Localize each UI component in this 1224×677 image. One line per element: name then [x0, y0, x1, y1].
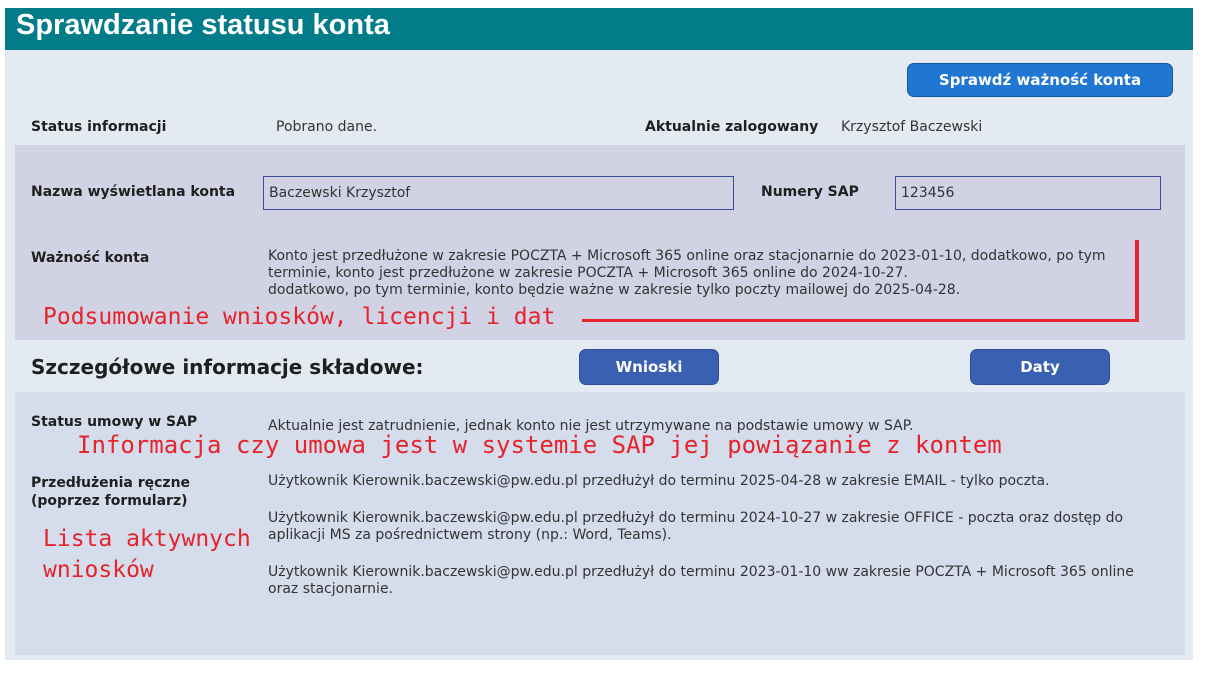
list-item-line: Użytkownik Kierownik.baczewski@pw.edu.pl… — [268, 510, 1124, 526]
annotation-line-horizontal — [582, 319, 1139, 322]
annotation-line: Lista aktywnych — [43, 526, 251, 552]
annotation-line: wniosków — [43, 557, 154, 583]
requests-list-annotation: Lista aktywnych wniosków — [43, 524, 251, 586]
summary-annotation: Podsumowanie wniosków, licencji i dat — [43, 304, 556, 330]
contract-annotation: Informacja czy umowa jest w systemie SAP… — [77, 431, 1002, 459]
list-item-line: Użytkownik Kierownik.baczewski@pw.edu.pl… — [268, 473, 1050, 489]
current-user-value: Krzysztof Baczewski — [841, 119, 983, 135]
list-item: Użytkownik Kierownik.baczewski@pw.edu.pl… — [268, 564, 1168, 598]
status-info-value: Pobrano dane. — [276, 119, 378, 135]
status-info-label: Status informacji — [31, 119, 167, 135]
account-validity-label: Ważność konta — [31, 250, 150, 266]
manual-extensions-label-line: (poprzez formularz) — [31, 493, 188, 509]
validity-line: Konto jest przedłużone w zakresie POCZTA… — [268, 248, 1106, 264]
manual-extensions-label-line: Przedłużenia ręczne — [31, 475, 191, 491]
sap-numbers-label: Numery SAP — [761, 184, 859, 200]
details-heading: Szczegółowe informacje składowe: — [31, 355, 424, 379]
manual-extensions-label: Przedłużenia ręczne (poprzez formularz) — [31, 474, 190, 510]
account-summary-panel: Nazwa wyświetlana konta Numery SAP Ważno… — [15, 145, 1185, 340]
title-bar: Sprawdzanie statusu konta — [5, 8, 1193, 50]
list-item: Użytkownik Kierownik.baczewski@pw.edu.pl… — [268, 510, 1168, 544]
current-user-label: Aktualnie zalogowany — [645, 119, 819, 135]
app-screen: Sprawdzanie statusu konta Sprawdź ważnoś… — [5, 8, 1193, 660]
account-validity-text: Konto jest przedłużone w zakresie POCZTA… — [268, 248, 1168, 299]
dates-button[interactable]: Daty — [970, 349, 1110, 385]
account-name-label: Nazwa wyświetlana konta — [31, 184, 236, 200]
details-panel: Status umowy w SAP Aktualnie jest zatrud… — [15, 392, 1185, 655]
annotation-line-vertical — [1135, 240, 1139, 322]
manual-extensions-list: Użytkownik Kierownik.baczewski@pw.edu.pl… — [268, 473, 1168, 598]
sap-numbers-field[interactable] — [895, 176, 1161, 210]
sap-contract-label: Status umowy w SAP — [31, 414, 198, 430]
list-item-line: Użytkownik Kierownik.baczewski@pw.edu.pl… — [268, 564, 1134, 580]
account-name-field[interactable] — [263, 176, 734, 210]
requests-button[interactable]: Wnioski — [579, 349, 719, 385]
validity-line: dodatkowo, po tym terminie, konto będzie… — [268, 282, 961, 298]
validity-line: terminie, konto jest przedłużone w zakre… — [268, 265, 908, 281]
list-item-line: oraz stacjonarnie. — [268, 581, 394, 597]
page-title: Sprawdzanie statusu konta — [16, 9, 390, 41]
list-item: Użytkownik Kierownik.baczewski@pw.edu.pl… — [268, 473, 1168, 490]
check-validity-button[interactable]: Sprawdź ważność konta — [907, 63, 1173, 97]
list-item-line: aplikacji MS za pośrednictwem strony (np… — [268, 527, 672, 543]
